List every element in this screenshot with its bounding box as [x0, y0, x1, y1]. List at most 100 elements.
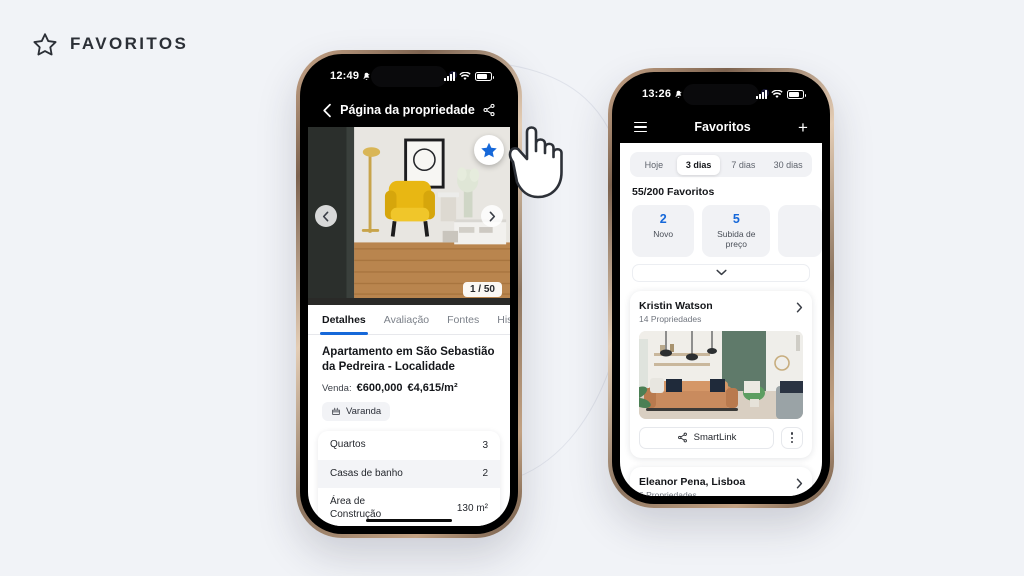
- stat-number: 5: [732, 212, 740, 226]
- property-price-row: Venda: €600,000 €4,615/m²: [308, 376, 510, 394]
- expand-stats-button[interactable]: [632, 263, 810, 282]
- favorites-body: Hoje 3 dias 7 dias 30 dias 55/200 Favori…: [620, 143, 822, 496]
- phone-right-screen: 13:26 Favoritos + Hoje 3 dias 7 dias 30 …: [620, 81, 822, 496]
- carousel-next-button[interactable]: [481, 205, 503, 227]
- property-nav-bar: Página da propriedade: [308, 93, 510, 127]
- home-indicator: [366, 518, 452, 522]
- stat-card-subida-de-preco[interactable]: 5 Subida de preço: [702, 205, 771, 257]
- spec-key: Casas de banho: [330, 467, 403, 479]
- price-total: €600,000: [356, 381, 403, 394]
- status-time-left: 12:49: [330, 70, 371, 82]
- list-item[interactable]: Kristin Watson 14 Propriedades SmartLink: [630, 290, 812, 458]
- phone-right-bezel: 13:26 Favoritos + Hoje 3 dias 7 dias 30 …: [612, 72, 830, 504]
- phone-left-screen: 12:49 Página da propriedade 1 / 50 Detal…: [308, 63, 510, 526]
- phone-left-bezel: 12:49 Página da propriedade 1 / 50 Detal…: [300, 54, 518, 534]
- stat-card-partial[interactable]: [778, 205, 822, 257]
- tab-fontes[interactable]: Fontes: [447, 305, 479, 335]
- listing-more-button[interactable]: [781, 426, 803, 449]
- feature-chip-varanda[interactable]: Varanda: [322, 401, 391, 421]
- share-nodes-icon: [483, 103, 495, 117]
- spec-value: 130 m²: [456, 503, 488, 515]
- tab-avaliacao[interactable]: Avaliação: [384, 305, 429, 335]
- property-title: Apartamento em São Sebastião da Pedreira…: [322, 346, 495, 374]
- dynamic-island: [683, 84, 759, 105]
- back-button[interactable]: [322, 103, 333, 118]
- brand-label: FAVORITOS: [70, 34, 189, 53]
- phone-left: 12:49 Página da propriedade 1 / 50 Detal…: [296, 50, 522, 538]
- table-row: Quartos 3: [318, 431, 500, 460]
- chevron-left-icon: [322, 210, 329, 221]
- favorites-title: Favoritos: [694, 120, 751, 134]
- chevron-down-icon: [715, 269, 727, 276]
- battery-icon: [787, 90, 806, 99]
- favorites-count: 55/200 Favoritos: [632, 186, 715, 198]
- feature-chip-label: Varanda: [346, 405, 382, 417]
- share-nodes-icon: [677, 432, 687, 443]
- bell-slash-icon: [363, 72, 370, 80]
- page-title: Página da propriedade: [340, 103, 475, 117]
- listing-name: Eleanor Pena, Lisboa: [639, 475, 746, 488]
- wifi-icon: [771, 90, 783, 98]
- spec-value: 2: [482, 468, 488, 480]
- smartlink-label: SmartLink: [693, 432, 737, 444]
- stat-label: Subida de preço: [717, 228, 756, 249]
- price-label: Venda:: [322, 382, 352, 394]
- status-indicators-right: [756, 90, 806, 99]
- listing-header: Kristin Watson 14 Propriedades: [639, 300, 803, 324]
- property-image-carousel[interactable]: 1 / 50: [308, 127, 510, 305]
- stat-card-novo[interactable]: 2 Novo: [632, 205, 695, 257]
- hamburger-menu-button[interactable]: [634, 121, 647, 133]
- property-features: Varanda: [308, 394, 510, 422]
- filter-30-dias[interactable]: 30 dias: [767, 155, 810, 175]
- table-row: Casas de banho 2: [318, 459, 500, 489]
- image-counter: 1 / 50: [462, 282, 502, 297]
- living-room-photo: [639, 330, 803, 419]
- filter-3-dias[interactable]: 3 dias: [677, 154, 720, 175]
- price-per-sqm: €4,615/m²: [407, 381, 458, 394]
- chevron-right-icon: [796, 478, 803, 489]
- listing-open-button[interactable]: [796, 476, 803, 494]
- chevron-left-icon: [323, 103, 331, 117]
- stats-row: 2 Novo 5 Subida de preço: [620, 198, 822, 257]
- dynamic-island: [371, 66, 447, 87]
- phone-right: 13:26 Favoritos + Hoje 3 dias 7 dias 30 …: [608, 68, 834, 508]
- listing-identity: Eleanor Pena, Lisboa 6 Propriedades: [639, 476, 745, 496]
- listing-open-button[interactable]: [796, 300, 803, 318]
- brand-logo: FAVORITOS: [32, 31, 188, 57]
- property-details-sheet: Detalhes Avaliação Fontes Historic Apart…: [308, 305, 510, 526]
- status-time-text: 12:49: [330, 70, 360, 82]
- hand-pointer-icon: [508, 126, 563, 199]
- status-time-right: 13:26: [642, 88, 683, 100]
- list-item[interactable]: Eleanor Pena, Lisboa 6 Propriedades: [630, 466, 812, 496]
- chevron-right-icon: [796, 302, 803, 313]
- tab-historico[interactable]: Historic: [497, 305, 510, 335]
- listing-photo[interactable]: [639, 330, 803, 419]
- carousel-prev-button[interactable]: [315, 205, 337, 227]
- listing-actions: SmartLink: [639, 426, 803, 449]
- smartlink-button[interactable]: SmartLink: [639, 426, 774, 449]
- wifi-icon: [459, 72, 471, 80]
- filter-7-dias[interactable]: 7 dias: [722, 155, 765, 175]
- favorites-nav-bar: Favoritos +: [620, 111, 822, 143]
- time-filter-tabs: Hoje 3 dias 7 dias 30 dias: [630, 152, 812, 177]
- share-button[interactable]: [482, 103, 496, 117]
- status-bar-right: 13:26: [620, 81, 822, 111]
- status-time-text: 13:26: [642, 88, 672, 100]
- bell-slash-icon: [675, 90, 682, 98]
- star-filled-icon: [481, 142, 497, 158]
- balcony-icon: [332, 407, 340, 415]
- spec-key: Quartos: [330, 439, 366, 451]
- status-bar-left: 12:49: [308, 63, 510, 93]
- filter-hoje[interactable]: Hoje: [633, 155, 676, 175]
- listing-properties-count: 6 Propriedades: [639, 489, 697, 496]
- star-outline-icon: [33, 33, 57, 56]
- spec-value: 3: [482, 439, 488, 451]
- listing-header: Eleanor Pena, Lisboa 6 Propriedades: [639, 476, 803, 496]
- tab-detalhes[interactable]: Detalhes: [320, 305, 368, 335]
- stat-number: 2: [659, 212, 667, 226]
- spec-key: Área de Construção: [330, 496, 382, 520]
- listing-name: Kristin Watson: [639, 299, 713, 312]
- battery-icon: [475, 72, 494, 81]
- listing-identity: Kristin Watson 14 Propriedades: [639, 300, 713, 324]
- add-button[interactable]: +: [798, 119, 808, 136]
